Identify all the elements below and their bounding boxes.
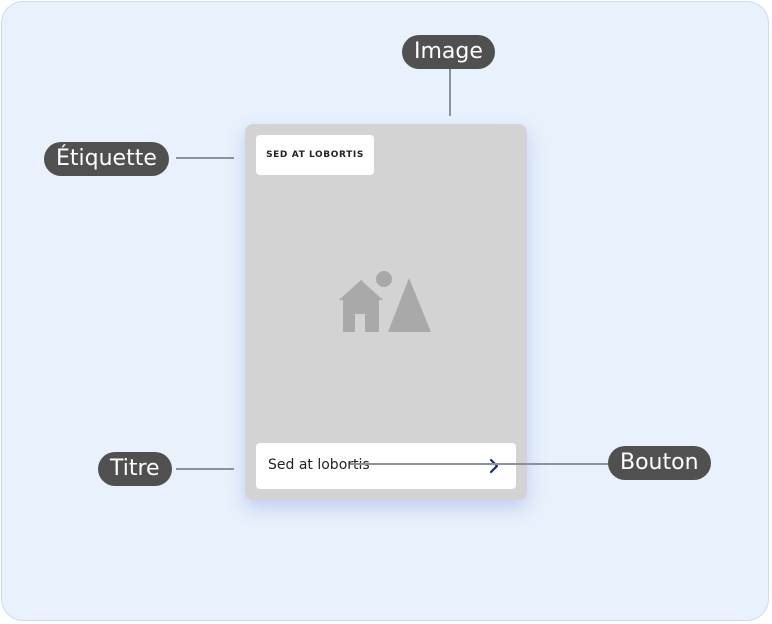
image-placeholder-icon	[339, 271, 431, 332]
callout-bouton: Bouton	[608, 446, 711, 480]
callout-etiquette: Étiquette	[44, 142, 169, 176]
titre-leader-line	[176, 468, 234, 470]
callout-image: Image	[402, 35, 495, 69]
card-title-bar[interactable]: Sed at lobortis	[256, 443, 516, 489]
chevron-right-icon[interactable]	[487, 458, 501, 474]
card-title: Sed at lobortis	[268, 457, 370, 473]
bouton-leader-line	[350, 463, 610, 465]
callout-titre: Titre	[98, 452, 172, 486]
image-leader-line	[449, 67, 451, 116]
etiquette-leader-line	[176, 157, 234, 159]
card-tag: SED AT LOBORTIS	[256, 135, 374, 175]
card: SED AT LOBORTIS Sed at lobortis	[245, 124, 527, 500]
